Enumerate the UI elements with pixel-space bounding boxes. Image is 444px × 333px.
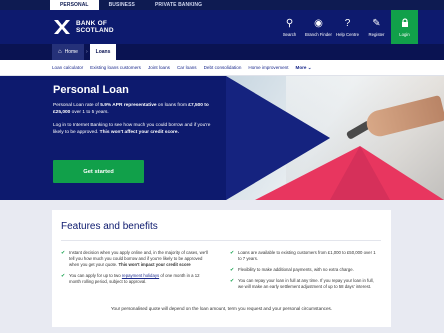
subnav-car-loans[interactable]: Car loans [177,65,197,70]
breadcrumb: ⌂ Home › Loans [0,44,444,60]
breadcrumb-home[interactable]: ⌂ Home [52,44,84,60]
list-item: ✔ You can apply for up to two repayment … [61,273,200,284]
subnav-joint-loans[interactable]: Joint loans [148,65,170,70]
tab-private-banking[interactable]: PRIVATE BANKING [145,0,212,10]
check-icon: ✔ [230,278,235,284]
search-button[interactable]: ⚲ Search [275,10,304,44]
subnav-debt-consolidation[interactable]: Debt consolidation [204,65,242,70]
tab-business[interactable]: BUSINESS [99,0,145,10]
hero-rate-text: Personal Loan rate of 5.9% APR represent… [53,103,209,115]
chevron-down-icon: ⌄ [307,64,312,70]
branch-finder-label: Branch Finder [305,31,332,37]
home-icon: ⌂ [58,49,62,55]
search-label: Search [282,31,297,37]
breadcrumb-home-label: Home [64,49,78,55]
map-pin-icon: ◉ [314,17,323,29]
login-button[interactable]: Login [391,10,418,44]
branch-finder-button[interactable]: ◉ Branch Finder [304,10,333,44]
get-started-button[interactable]: Get started [53,160,144,183]
help-centre-button[interactable]: ? Help Centre [333,10,362,44]
features-footnote: Your personalised quote will depend on t… [110,306,333,311]
tab-personal[interactable]: PERSONAL [50,0,99,10]
check-icon: ✔ [61,273,66,279]
list-item: ✔ Flexibility to make additional payment… [230,267,354,273]
register-label: Register [368,31,385,37]
subnav-existing-loans[interactable]: Existing loans customers [90,65,141,70]
features-panel: Features and benefits ✔ Instant decision… [52,210,391,327]
subnav-home-improvement[interactable]: Home improvement [248,65,288,70]
divider [61,240,381,241]
list-item: ✔ Instant decision when you apply online… [61,250,208,267]
page-title: Personal Loan [53,84,129,96]
bank-logo[interactable]: BANK OF SCOTLAND [52,18,114,36]
brand-line-2: SCOTLAND [76,27,114,34]
features-left-column: ✔ Instant decision when you apply online… [61,250,211,290]
help-icon: ? [344,17,351,29]
loans-subnav: Loan calculator Existing loans customers… [0,60,444,76]
help-centre-label: Help Centre [336,31,359,37]
list-item: ✔ Loans are available to existing custom… [230,250,376,261]
subnav-more-label: More [295,64,307,70]
repayment-holidays-link[interactable]: repayment holidays [122,273,159,278]
subnav-more[interactable]: More ⌄ [296,65,312,71]
check-icon: ✔ [230,267,235,273]
list-item: ✔ You can repay your loan in full at any… [230,278,374,289]
hero-login-text: Log in to Internet Banking to see how mu… [53,123,211,135]
register-button[interactable]: ✎ Register [362,10,391,44]
check-icon: ✔ [230,250,235,256]
header-nav: ⚲ Search ◉ Branch Finder ? Help Centre ✎… [275,10,418,44]
pencil-icon: ✎ [372,17,381,29]
lock-icon [401,17,409,30]
search-icon: ⚲ [285,17,294,29]
segment-bar: PERSONAL BUSINESS PRIVATE BANKING [0,0,444,10]
site-header: BANK OF SCOTLAND ⚲ Search ◉ Branch Finde… [0,10,444,44]
saltire-logo-icon [52,18,72,36]
subnav-loan-calculator[interactable]: Loan calculator [52,65,83,70]
features-title: Features and benefits [61,221,158,232]
check-icon: ✔ [61,250,66,256]
features-right-column: ✔ Loans are available to existing custom… [230,250,380,295]
brand-line-1: BANK OF [76,20,108,27]
login-label: Login [399,31,410,37]
breadcrumb-current[interactable]: Loans [89,44,117,60]
